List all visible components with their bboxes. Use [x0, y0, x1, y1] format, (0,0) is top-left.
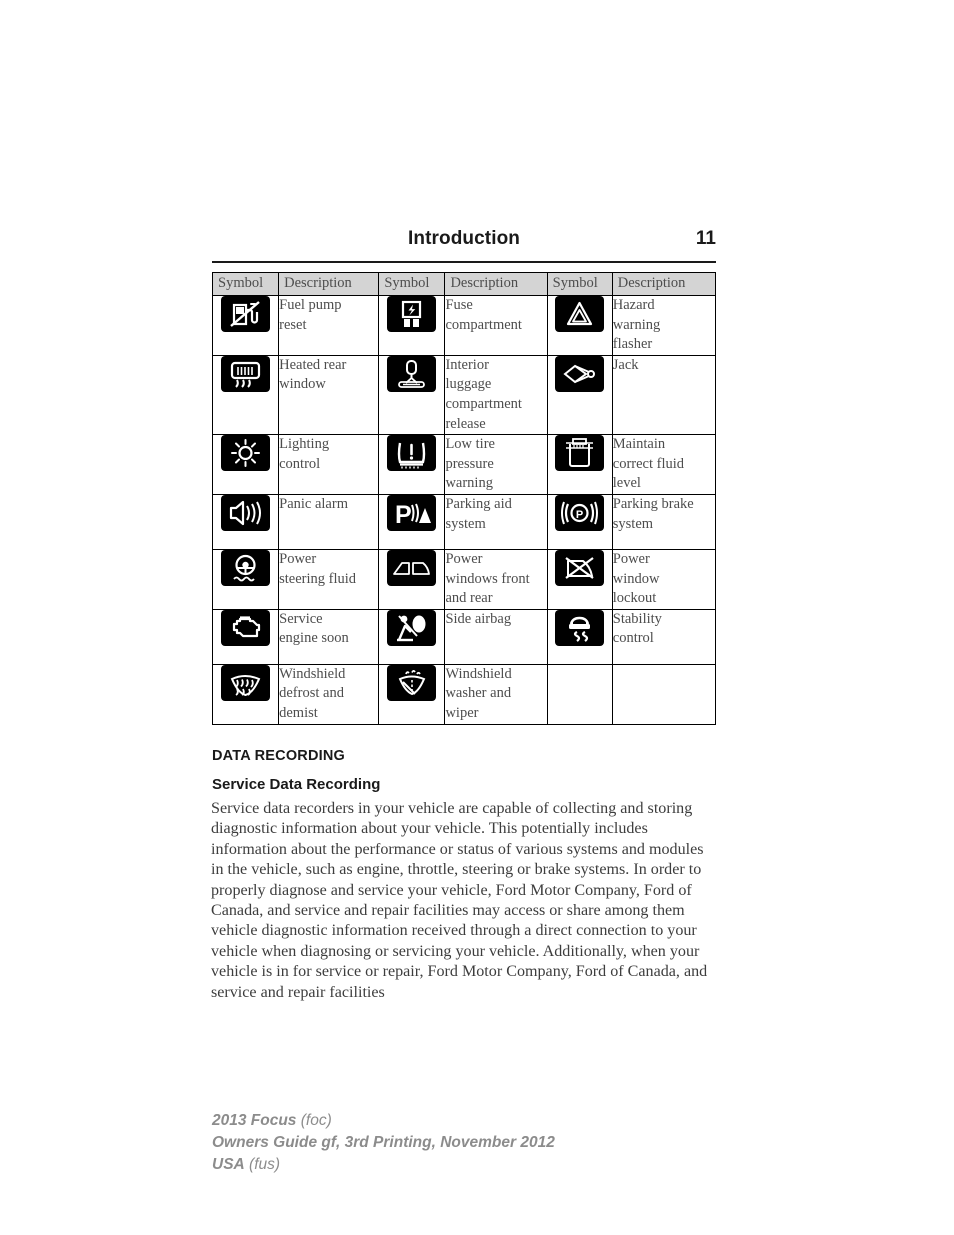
description-cell: Maintain correct fluid level — [611, 434, 717, 495]
description-cell: Heated rear window — [278, 354, 380, 436]
table-header-row: Symbol Description Symbol Description Sy… — [211, 272, 717, 296]
service-engine-soon-icon — [221, 609, 271, 646]
column-header-description-1: Description — [278, 272, 380, 296]
manual-page: Introduction 11 Symbol Description Symbo… — [0, 0, 954, 1235]
column-header-symbol-1: Symbol — [211, 272, 280, 296]
description-cell: Fuse compartment — [444, 295, 548, 356]
symbol-cell — [211, 434, 280, 495]
footer-line-3: USA (fus) — [212, 1154, 555, 1176]
description-cell: Interior luggage compartment release — [444, 354, 548, 436]
document-footer: 2013 Focus (foc) Owners Guide gf, 3rd Pr… — [212, 1110, 555, 1176]
low-tire-pressure-warning-icon — [387, 435, 437, 472]
footer-edition: Owners Guide gf, 3rd Printing, November … — [212, 1134, 555, 1151]
footer-line-1: 2013 Focus (foc) — [212, 1110, 555, 1132]
windshield-washer-and-wiper-icon — [387, 664, 437, 701]
symbol-cell — [211, 354, 280, 436]
symbol-cell — [546, 295, 613, 356]
heated-rear-window-icon — [221, 355, 271, 392]
description-cell: Low tire pressure warning — [444, 434, 548, 495]
maintain-correct-fluid-level-icon — [555, 435, 605, 472]
description-cell: Jack — [611, 354, 717, 436]
table-row: Windshield defrost and demist Windshield… — [211, 663, 717, 725]
jack-icon — [555, 355, 605, 392]
parking-brake-system-icon: P — [555, 494, 605, 531]
symbol-cell — [211, 608, 280, 665]
header-divider — [212, 261, 716, 263]
stability-control-icon — [555, 609, 605, 646]
symbol-cell — [378, 295, 446, 356]
parking-aid-system-icon: P — [387, 494, 437, 531]
table-row: Panic alarm P Parking aid system P Parki… — [211, 493, 717, 550]
symbol-legend-table: Symbol Description Symbol Description Sy… — [211, 272, 717, 725]
description-cell: Windshield washer and wiper — [444, 663, 548, 725]
symbol-cell — [378, 434, 446, 495]
power-windows-front-and-rear-icon — [387, 549, 437, 586]
column-header-description-2: Description — [444, 272, 548, 296]
description-cell: Parking aid system — [444, 493, 548, 550]
description-cell: Power window lockout — [611, 548, 717, 610]
description-cell: Lighting control — [278, 434, 380, 495]
table-row: Heated rear window Interior luggage comp… — [211, 354, 717, 436]
description-cell: Parking brake system — [611, 493, 717, 550]
hazard-warning-flasher-icon — [555, 296, 605, 332]
symbol-cell — [546, 608, 613, 665]
description-cell: Service engine soon — [278, 608, 380, 665]
symbol-cell — [546, 434, 613, 495]
symbol-cell — [211, 493, 280, 550]
footer-model-code: (foc) — [300, 1112, 332, 1129]
column-header-symbol-2: Symbol — [378, 272, 446, 296]
column-header-symbol-3: Symbol — [546, 272, 613, 296]
table-row: Power steering fluid Power windows front… — [211, 548, 717, 610]
column-header-description-3: Description — [611, 272, 717, 296]
symbol-cell — [378, 548, 446, 610]
fuse-compartment-icon — [387, 296, 437, 332]
table-row: Fuel pump reset Fuse compartment Hazard … — [211, 295, 717, 356]
windshield-defrost-and-demist-icon — [221, 664, 271, 701]
lighting-control-icon — [221, 435, 271, 472]
table-row: Service engine soon Side airbag Stabilit… — [211, 608, 717, 665]
fuel-pump-reset-icon — [221, 296, 271, 332]
symbol-cell — [211, 663, 280, 725]
symbol-cell: P — [546, 493, 613, 550]
footer-market-code: (fus) — [249, 1156, 281, 1173]
side-airbag-icon — [387, 609, 437, 646]
symbol-cell-empty — [546, 663, 613, 725]
power-window-lockout-icon — [555, 549, 605, 586]
symbol-cell — [378, 608, 446, 665]
symbol-cell — [378, 663, 446, 725]
sub-heading: Service Data Recording — [212, 776, 381, 793]
description-cell: Power steering fluid — [278, 548, 380, 610]
svg-text:P: P — [576, 509, 583, 521]
description-cell: Windshield defrost and demist — [278, 663, 380, 725]
page-number: 11 — [695, 228, 716, 249]
power-steering-fluid-icon — [221, 549, 271, 586]
svg-text:P: P — [395, 501, 412, 529]
symbol-cell — [546, 354, 613, 436]
footer-market: USA — [212, 1156, 245, 1173]
body-paragraph: Service data recorders in your vehicle a… — [211, 800, 708, 1001]
description-cell: Stability control — [611, 608, 717, 665]
description-cell: Hazard warning flasher — [611, 295, 717, 356]
description-cell: Power windows front and rear — [444, 548, 548, 610]
page-header: Introduction 11 — [212, 228, 716, 260]
section-heading: DATA RECORDING — [212, 748, 346, 764]
description-cell: Side airbag — [444, 608, 548, 665]
footer-model: 2013 Focus — [212, 1112, 297, 1129]
symbol-cell — [546, 548, 613, 610]
description-cell-empty — [611, 663, 717, 725]
table-row: Lighting control Low tire pressure warni… — [211, 434, 717, 495]
panic-alarm-icon — [221, 494, 271, 531]
description-cell: Panic alarm — [278, 493, 380, 550]
page-title: Introduction — [407, 228, 520, 249]
symbol-cell: P — [378, 493, 446, 550]
symbol-cell — [378, 354, 446, 436]
footer-line-2: Owners Guide gf, 3rd Printing, November … — [212, 1132, 555, 1154]
symbol-cell — [211, 548, 280, 610]
description-cell: Fuel pump reset — [278, 295, 380, 356]
interior-luggage-compartment-release-icon — [387, 355, 437, 392]
symbol-cell — [211, 295, 280, 356]
